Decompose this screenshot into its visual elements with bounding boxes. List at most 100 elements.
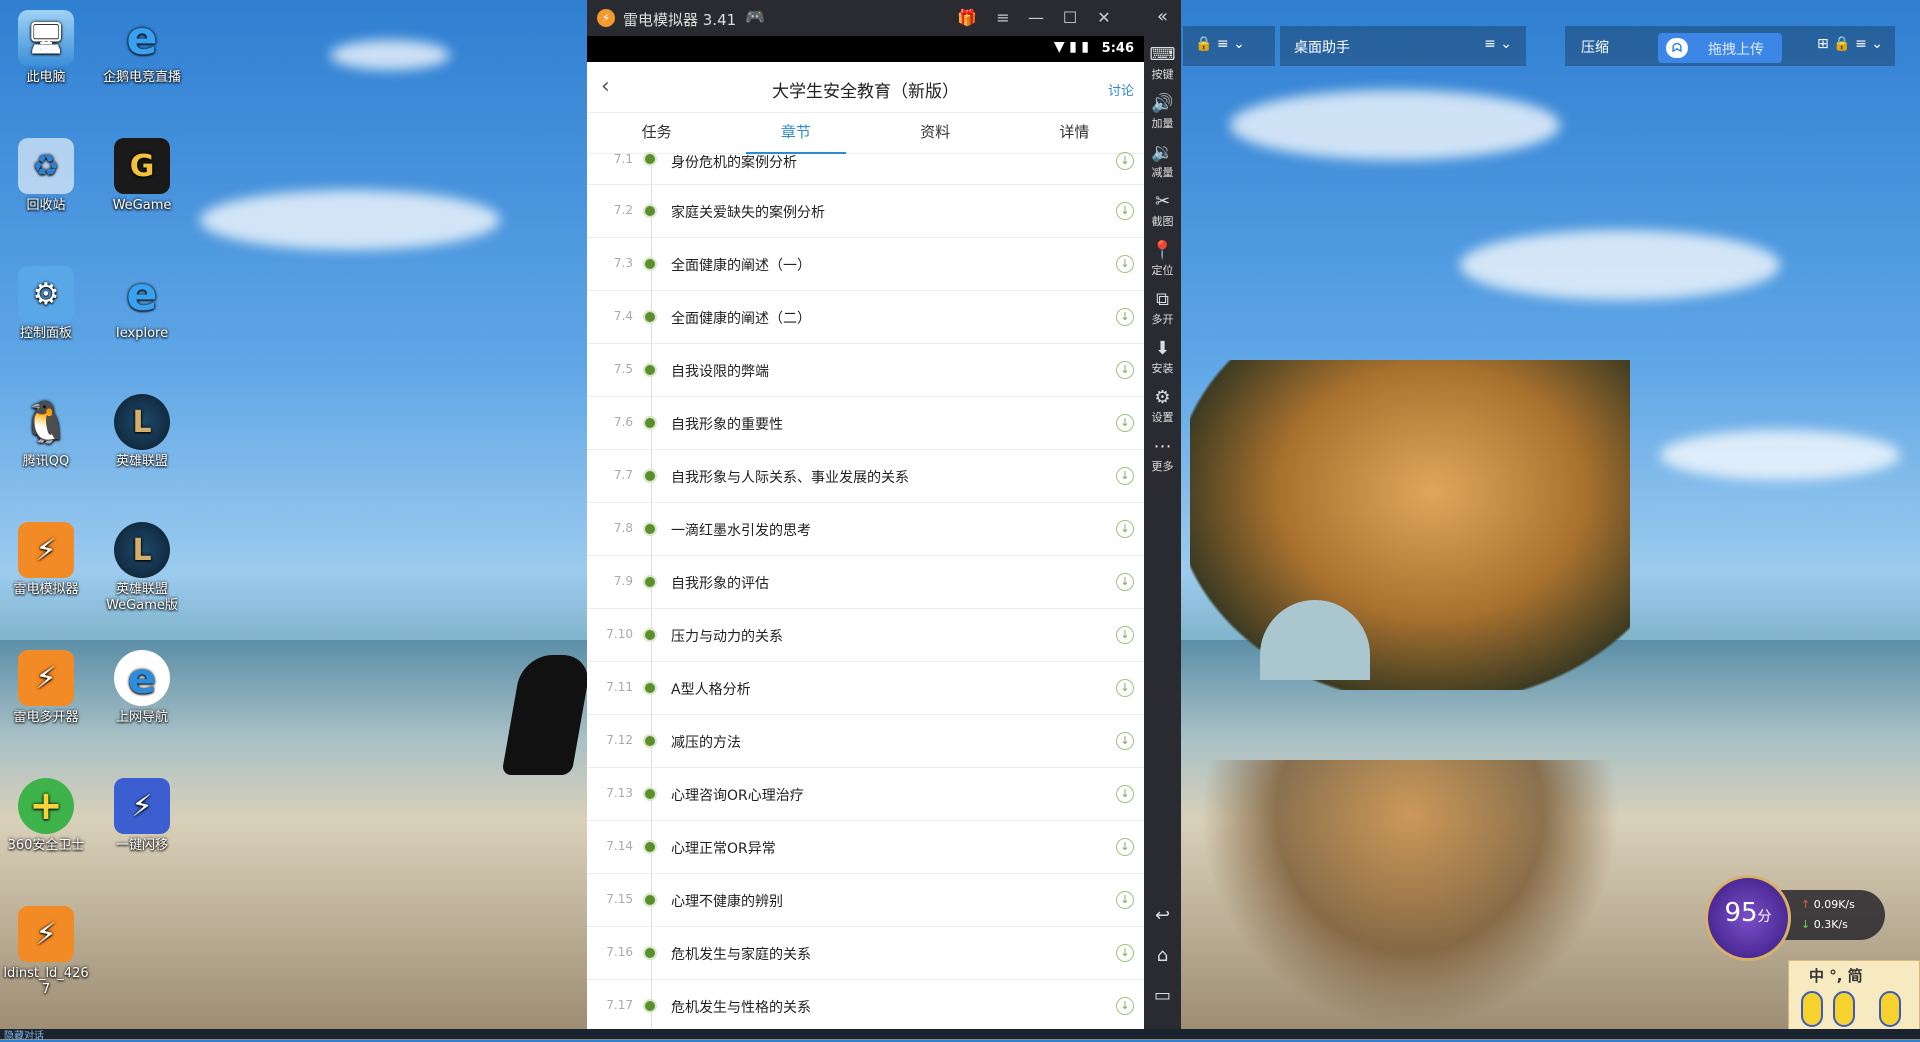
chapter-row[interactable]: 7.7 自我形象与人际关系、事业发展的关系 ↓ xyxy=(587,450,1144,503)
desktop-icon-one-key[interactable]: ⚡ 一键闪移 xyxy=(96,778,188,854)
desktop-icon-iexplore[interactable]: e Iexplore xyxy=(96,266,188,342)
desktop-icon-lol-wegame[interactable]: L 英雄联盟WeGame版 xyxy=(96,522,188,614)
android-status-bar: ▼ ▮ ▮ 5:46 xyxy=(587,36,1144,62)
chapter-number: 7.10 xyxy=(606,627,633,641)
chapter-row[interactable]: 7.9 自我形象的评估 ↓ xyxy=(587,556,1144,609)
download-icon[interactable]: ↓ xyxy=(1116,838,1134,856)
ld-installer-icon: ⚡ xyxy=(18,906,74,962)
download-icon[interactable]: ↓ xyxy=(1116,891,1134,909)
chapter-row[interactable]: 7.4 全面健康的阐述（二） ↓ xyxy=(587,291,1144,344)
sidebar-button-6[interactable]: ⬇ 安装 xyxy=(1144,338,1181,376)
chapter-row[interactable]: 7.13 心理咨询OR心理治疗 ↓ xyxy=(587,768,1144,821)
minimize-button[interactable]: — xyxy=(1023,6,1049,30)
chapter-row[interactable]: 7.5 自我设限的弊端 ↓ xyxy=(587,344,1144,397)
desktop-icon-ld-emulator[interactable]: ⚡ 雷电模拟器 xyxy=(0,522,92,598)
download-icon[interactable]: ↓ xyxy=(1116,255,1134,273)
desktop-icon-lol[interactable]: L 英雄联盟 xyxy=(96,394,188,470)
chapter-row[interactable]: 7.2 家庭关爱缺失的案例分析 ↓ xyxy=(587,185,1144,238)
sidebar-button-2[interactable]: 🔉 减量 xyxy=(1144,142,1181,180)
assistant-menu-icons[interactable]: ≡ ⌄ xyxy=(1484,36,1512,52)
download-icon[interactable]: ↓ xyxy=(1116,414,1134,432)
download-icon[interactable]: ↓ xyxy=(1116,520,1134,538)
download-icon[interactable]: ↓ xyxy=(1116,573,1134,591)
system-score-badge[interactable]: 95分 xyxy=(1705,875,1791,961)
tab-tasks[interactable]: 任务 xyxy=(587,113,726,153)
sidebar-button-5[interactable]: ⧉ 多开 xyxy=(1144,289,1181,327)
close-button[interactable]: ✕ xyxy=(1091,6,1117,30)
chapter-status-dot xyxy=(643,363,657,377)
desktop-assistant-bar[interactable]: 桌面助手 ≡ ⌄ xyxy=(1280,26,1526,66)
chapter-row[interactable]: 7.14 心理正常OR异常 ↓ xyxy=(587,821,1144,874)
desktop-icon-control-panel[interactable]: ⚙ 控制面板 xyxy=(0,266,92,342)
desktop-icon-web-nav[interactable]: e 上网导航 xyxy=(96,650,188,726)
chapter-row[interactable]: 7.12 减压的方法 ↓ xyxy=(587,715,1144,768)
chapter-title: 危机发生与家庭的关系 xyxy=(671,947,811,963)
sidebar-icon: ✂ xyxy=(1154,191,1171,212)
chapter-row[interactable]: 7.15 心理不健康的辨别 ↓ xyxy=(587,874,1144,927)
chapter-title: 全面健康的阐述（一） xyxy=(671,258,811,274)
chapter-row[interactable]: 7.3 全面健康的阐述（一） ↓ xyxy=(587,238,1144,291)
sidebar-button-3[interactable]: ✂ 截图 xyxy=(1144,191,1181,229)
android-recents-button[interactable]: ▭ xyxy=(1144,985,1181,1007)
cloud-icon: ᗣ xyxy=(1666,38,1688,58)
desktop-icon-label: 此电脑 xyxy=(26,70,66,85)
download-icon[interactable]: ↓ xyxy=(1116,997,1134,1015)
download-icon[interactable]: ↓ xyxy=(1116,467,1134,485)
gift-icon[interactable]: 🎁 xyxy=(954,6,980,30)
download-icon[interactable]: ↓ xyxy=(1116,785,1134,803)
lock-menu-icons[interactable]: 🔒 ≡ ⌄ xyxy=(1195,36,1245,52)
desktop-icon-label: 英雄联盟 xyxy=(115,454,168,469)
sidebar-button-1[interactable]: 🔊 加量 xyxy=(1144,93,1181,131)
tab-materials[interactable]: 资料 xyxy=(866,113,1005,153)
collapse-icon[interactable]: « xyxy=(1144,6,1181,28)
download-icon[interactable]: ↓ xyxy=(1116,361,1134,379)
sidebar-icon: ⧉ xyxy=(1156,289,1169,310)
chapter-row[interactable]: 7.6 自我形象的重要性 ↓ xyxy=(587,397,1144,450)
download-icon[interactable]: ↓ xyxy=(1116,152,1134,170)
compress-bar-icons[interactable]: ⊞ 🔒 ≡ ⌄ xyxy=(1817,36,1883,52)
android-back-button[interactable]: ↩ xyxy=(1144,905,1181,927)
menu-button[interactable]: ≡ xyxy=(990,6,1016,30)
desktop-icon-this-pc[interactable]: 🖥 此电脑 xyxy=(0,10,92,86)
chapter-number: 7.16 xyxy=(606,945,633,959)
desktop-icon-360[interactable]: + 360安全卫士 xyxy=(0,778,92,854)
signal-icons: ▼ ▮ ▮ xyxy=(1053,39,1089,55)
ie-icon: e xyxy=(126,267,158,321)
drag-upload-button[interactable]: ᗣ 拖拽上传 xyxy=(1658,33,1782,63)
desktop-icon-wegame[interactable]: G WeGame xyxy=(96,138,188,214)
chapter-row[interactable]: 7.17 危机发生与性格的关系 ↓ xyxy=(587,980,1144,1033)
sidebar-label: 设置 xyxy=(1151,411,1174,424)
maximize-button[interactable]: ☐ xyxy=(1057,6,1083,30)
sidebar-button-7[interactable]: ⚙ 设置 xyxy=(1144,387,1181,425)
desktop-icon-ld-multi[interactable]: ⚡ 雷电多开器 xyxy=(0,650,92,726)
android-home-button[interactable]: ⌂ xyxy=(1144,945,1181,967)
sidebar-button-0[interactable]: ⌨ 按键 xyxy=(1144,44,1181,82)
desktop-icon-recycle-bin[interactable]: ♻ 回收站 xyxy=(0,138,92,214)
toolbar-left-controls[interactable]: 🔒 ≡ ⌄ xyxy=(1183,26,1275,66)
download-icon[interactable]: ↓ xyxy=(1116,944,1134,962)
chapter-row[interactable]: 7.1 身份危机的案例分析 ↓ xyxy=(587,152,1144,185)
chapter-row[interactable]: 7.16 危机发生与家庭的关系 ↓ xyxy=(587,927,1144,980)
tab-details[interactable]: 详情 xyxy=(1005,113,1144,153)
download-icon[interactable]: ↓ xyxy=(1116,732,1134,750)
chapter-number: 7.3 xyxy=(613,256,633,270)
download-icon[interactable]: ↓ xyxy=(1116,626,1134,644)
minion-icon xyxy=(1833,991,1855,1027)
download-icon[interactable]: ↓ xyxy=(1116,679,1134,697)
download-icon[interactable]: ↓ xyxy=(1116,308,1134,326)
gamepad-icon[interactable]: 🎮 xyxy=(745,7,765,26)
sidebar-button-4[interactable]: 📍 定位 xyxy=(1144,240,1181,278)
chapter-status-dot xyxy=(643,204,657,218)
ime-status-widget[interactable]: 中 °, 简 xyxy=(1788,960,1920,1034)
sidebar-button-8[interactable]: ⋯ 更多 xyxy=(1144,436,1181,474)
chapter-row[interactable]: 7.10 压力与动力的关系 ↓ xyxy=(587,609,1144,662)
desktop-icon-penguin-esports[interactable]: e 企鹅电竞直播 xyxy=(96,10,188,86)
desktop-icon-label: 腾讯QQ xyxy=(22,454,70,469)
desktop-icon-qq[interactable]: 🐧 腾讯QQ xyxy=(0,394,92,470)
desktop-icon-ldinst[interactable]: ⚡ ldinst_ld_4267 xyxy=(0,906,92,998)
chapter-row[interactable]: 7.8 一滴红墨水引发的思考 ↓ xyxy=(587,503,1144,556)
discuss-link[interactable]: 讨论 xyxy=(1108,80,1134,99)
download-icon[interactable]: ↓ xyxy=(1116,202,1134,220)
tab-chapters[interactable]: 章节 xyxy=(726,113,865,154)
chapter-row[interactable]: 7.11 A型人格分析 ↓ xyxy=(587,662,1144,715)
